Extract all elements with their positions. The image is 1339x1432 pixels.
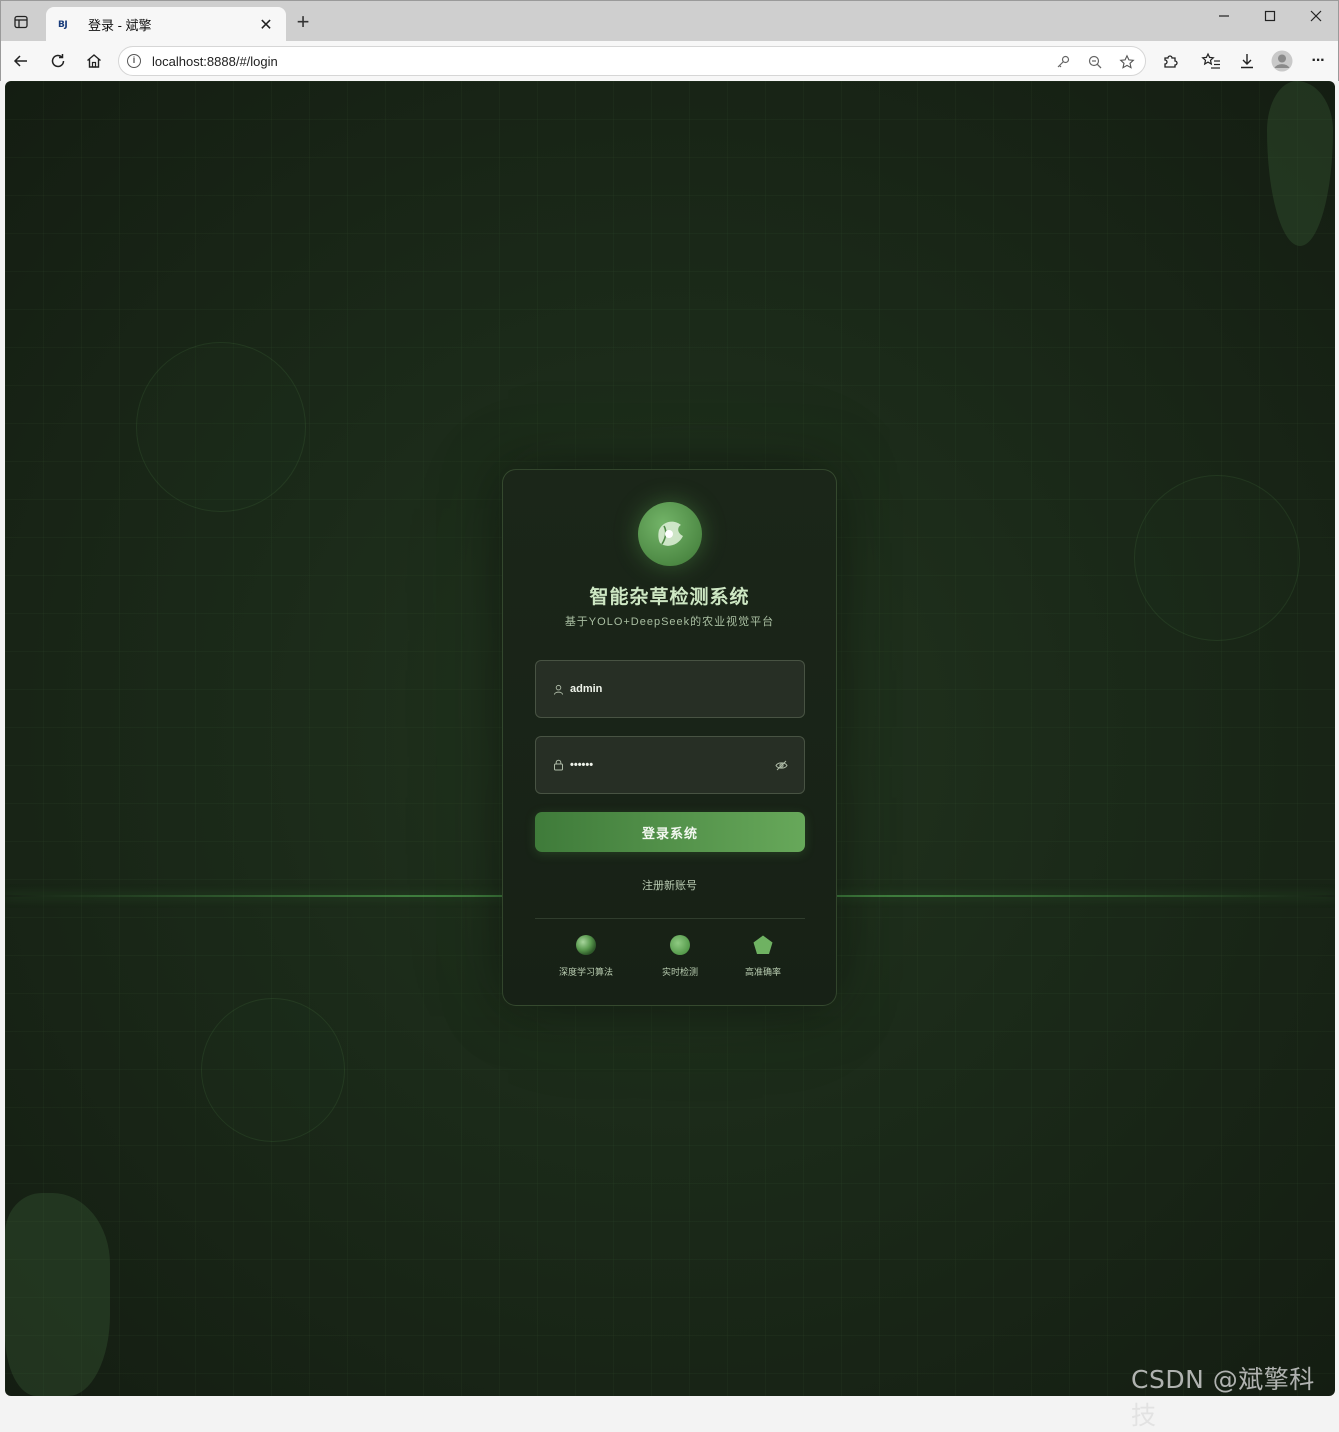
- extensions-button[interactable]: [1159, 50, 1181, 72]
- address-bar[interactable]: i localhost:8888/#/login: [118, 46, 1146, 76]
- site-info-icon[interactable]: i: [127, 54, 141, 68]
- zoom-out-icon[interactable]: [1086, 53, 1104, 71]
- site-favicon-icon: BJ: [58, 19, 68, 30]
- circle-icon: [670, 935, 690, 955]
- favorites-list-icon: [1201, 52, 1220, 69]
- feature-label: 实时检测: [661, 967, 698, 977]
- eye-off-icon[interactable]: [774, 759, 788, 771]
- username-input[interactable]: [568, 661, 778, 717]
- close-icon: [1310, 10, 1322, 22]
- arrow-left-icon: [13, 55, 27, 67]
- feature-accuracy: 高准确率: [723, 934, 803, 978]
- browser-toolbar: i localhost:8888/#/login ···: [0, 41, 1339, 81]
- csdn-watermark: CSDN @斌擎科技: [1131, 1365, 1315, 1430]
- key-icon[interactable]: [1054, 53, 1072, 71]
- tab-close-icon[interactable]: ✕: [258, 15, 274, 35]
- maximize-icon: [1264, 10, 1276, 22]
- password-input[interactable]: [568, 737, 778, 793]
- active-tab[interactable]: BJ 登录 - 斌擎 ✕: [46, 7, 286, 42]
- register-link[interactable]: 注册新账号: [503, 877, 836, 893]
- page-viewport: 智能杂草检测系统 基于YOLO+DeepSeek的农业视觉平台 登录系统 注册新…: [5, 81, 1335, 1396]
- user-icon: [552, 683, 564, 695]
- sphere-icon: [576, 935, 596, 955]
- decorative-ring: [136, 342, 306, 512]
- tab-actions-button[interactable]: [9, 11, 33, 33]
- tab-actions-icon: [14, 15, 28, 29]
- favorite-star-icon[interactable]: [1118, 53, 1136, 71]
- puzzle-icon: [1164, 55, 1178, 68]
- decorative-ring: [1134, 475, 1300, 641]
- feature-label: 深度学习算法: [558, 967, 613, 977]
- minimize-button[interactable]: [1204, 9, 1244, 33]
- feature-realtime: 实时检测: [640, 934, 720, 978]
- system-subtitle: 基于YOLO+DeepSeek的农业视觉平台: [564, 616, 775, 628]
- feature-deep-learning: 深度学习算法: [546, 934, 626, 978]
- leaf-logo-icon: [638, 502, 702, 566]
- password-field[interactable]: [535, 736, 805, 794]
- home-icon: [87, 54, 101, 68]
- more-menu-icon[interactable]: ···: [1307, 50, 1329, 72]
- downloads-button[interactable]: [1236, 50, 1258, 72]
- username-field[interactable]: [535, 660, 805, 718]
- profile-button[interactable]: [1271, 50, 1293, 72]
- browser-tab-strip: BJ 登录 - 斌擎 ✕ +: [0, 0, 1339, 42]
- new-tab-button[interactable]: +: [293, 11, 313, 33]
- leaf-blob-decoration: [5, 1193, 110, 1396]
- card-divider: [535, 918, 805, 919]
- refresh-button[interactable]: [46, 49, 70, 73]
- tab-title: 登录 - 斌擎: [88, 18, 152, 33]
- feature-label: 高准确率: [744, 967, 781, 977]
- back-button[interactable]: [9, 49, 33, 73]
- login-card: 智能杂草检测系统 基于YOLO+DeepSeek的农业视觉平台 登录系统 注册新…: [502, 469, 837, 1006]
- maximize-button[interactable]: [1250, 9, 1290, 33]
- home-button[interactable]: [82, 49, 106, 73]
- pentagon-icon: [753, 935, 773, 954]
- refresh-icon: [51, 54, 65, 68]
- close-window-button[interactable]: [1296, 9, 1336, 33]
- minimize-icon: [1219, 15, 1229, 17]
- lock-icon: [552, 759, 564, 771]
- download-icon: [1241, 54, 1253, 69]
- address-url[interactable]: localhost:8888/#/login: [152, 54, 278, 69]
- favorites-button[interactable]: [1200, 50, 1222, 72]
- system-title: 智能杂草检测系统: [589, 587, 750, 608]
- login-button[interactable]: 登录系统: [535, 812, 805, 852]
- avatar-icon: [1271, 50, 1293, 72]
- decorative-ring: [201, 998, 345, 1142]
